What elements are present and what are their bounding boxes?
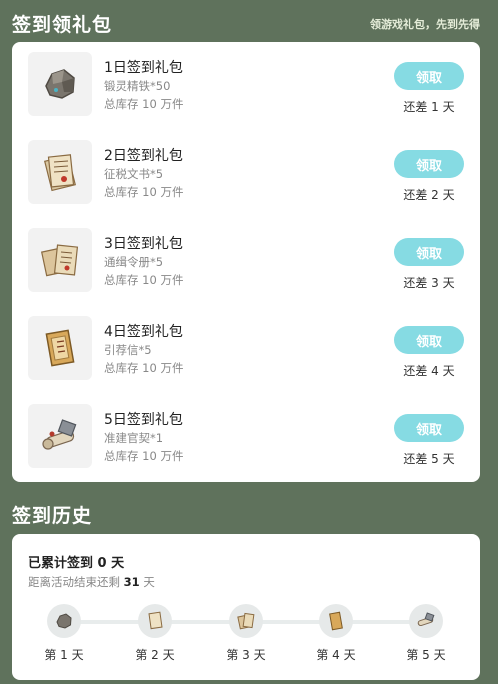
history-day-label: 第 5 天 [406,648,446,662]
gift-stock: 总库存 10 万件 [104,449,184,463]
ore-rock-icon [47,604,81,638]
gift-row-day-4: 4日签到礼包 引荐信*5 总库存 10 万件 领取 还差 4 天 [12,306,480,394]
letter-icon [319,604,353,638]
event-remaining-prefix: 距离活动结束还剩 [28,575,120,589]
event-remaining-days: 31 [123,575,140,589]
gift-row-day-3: 3日签到礼包 通缉令册*5 总库存 10 万件 领取 还差 3 天 [12,218,480,306]
gift-section-title: 签到领礼包 [12,14,113,36]
gift-stock: 总库存 10 万件 [104,97,184,111]
remaining-days: 还差 3 天 [403,276,455,290]
gift-item: 锻灵精铁*50 [104,79,171,93]
gift-section-header: 签到领礼包 领游戏礼包，先到先得 [12,10,480,37]
wanted-book-icon [229,604,263,638]
gift-item: 征税文书*5 [104,167,164,181]
remaining-days: 还差 4 天 [403,364,455,378]
history-node-day-4: 第 4 天 [306,604,366,663]
claim-button-day-1[interactable]: 领取 [394,62,464,90]
checkin-total-count: 0 [97,556,107,571]
gift-item: 通缉令册*5 [104,255,164,269]
history-card: 已累计签到 0 天 距离活动结束还剩 31 天 第 1 天 第 2 天 第 3 … [12,534,480,680]
history-day-label: 第 4 天 [316,648,356,662]
gift-name: 1日签到礼包 [104,60,183,76]
scroll-icon [409,604,443,638]
wanted-book-icon [28,228,92,292]
remaining-days: 还差 1 天 [403,100,455,114]
gift-name: 5日签到礼包 [104,412,183,428]
gift-name: 3日签到礼包 [104,236,183,252]
gift-list-card: 1日签到礼包 锻灵精铁*50 总库存 10 万件 领取 还差 1 天 2日签到礼… [12,42,480,482]
checkin-total-suffix: 天 [111,556,125,571]
history-section-title: 签到历史 [12,505,93,527]
history-day-label: 第 2 天 [135,648,175,662]
gift-row-day-2: 2日签到礼包 征税文书*5 总库存 10 万件 领取 还差 2 天 [12,130,480,218]
history-node-day-1: 第 1 天 [34,604,94,663]
remaining-days: 还差 5 天 [403,452,455,466]
gift-name: 2日签到礼包 [104,148,183,164]
history-node-day-3: 第 3 天 [216,604,276,663]
checkin-total: 已累计签到 0 天 [28,552,124,571]
history-node-day-5: 第 5 天 [396,604,456,663]
gift-name: 4日签到礼包 [104,324,183,340]
gift-section-hint: 领游戏礼包，先到先得 [370,17,480,31]
gift-stock: 总库存 10 万件 [104,185,184,199]
tax-document-icon [28,140,92,204]
tax-document-icon [138,604,172,638]
gift-row-day-5: 5日签到礼包 准建官契*1 总库存 10 万件 领取 还差 5 天 [12,394,480,482]
history-day-label: 第 1 天 [44,648,84,662]
ore-rock-icon [28,52,92,116]
gift-stock: 总库存 10 万件 [104,361,184,375]
claim-button-day-3[interactable]: 领取 [394,238,464,266]
history-section-header: 签到历史 [12,501,480,528]
gift-item: 准建官契*1 [104,431,164,445]
claim-button-day-5[interactable]: 领取 [394,414,464,442]
history-day-label: 第 3 天 [226,648,266,662]
remaining-days: 还差 2 天 [403,188,455,202]
claim-button-day-2[interactable]: 领取 [394,150,464,178]
letter-icon [28,316,92,380]
gift-stock: 总库存 10 万件 [104,273,184,287]
scroll-icon [28,404,92,468]
event-remaining-suffix: 天 [143,575,155,589]
claim-button-day-4[interactable]: 领取 [394,326,464,354]
event-remaining: 距离活动结束还剩 31 天 [28,574,155,590]
gift-item: 引荐信*5 [104,343,152,357]
gift-row-day-1: 1日签到礼包 锻灵精铁*50 总库存 10 万件 领取 还差 1 天 [12,42,480,130]
checkin-total-prefix: 已累计签到 [28,556,94,571]
history-node-day-2: 第 2 天 [125,604,185,663]
